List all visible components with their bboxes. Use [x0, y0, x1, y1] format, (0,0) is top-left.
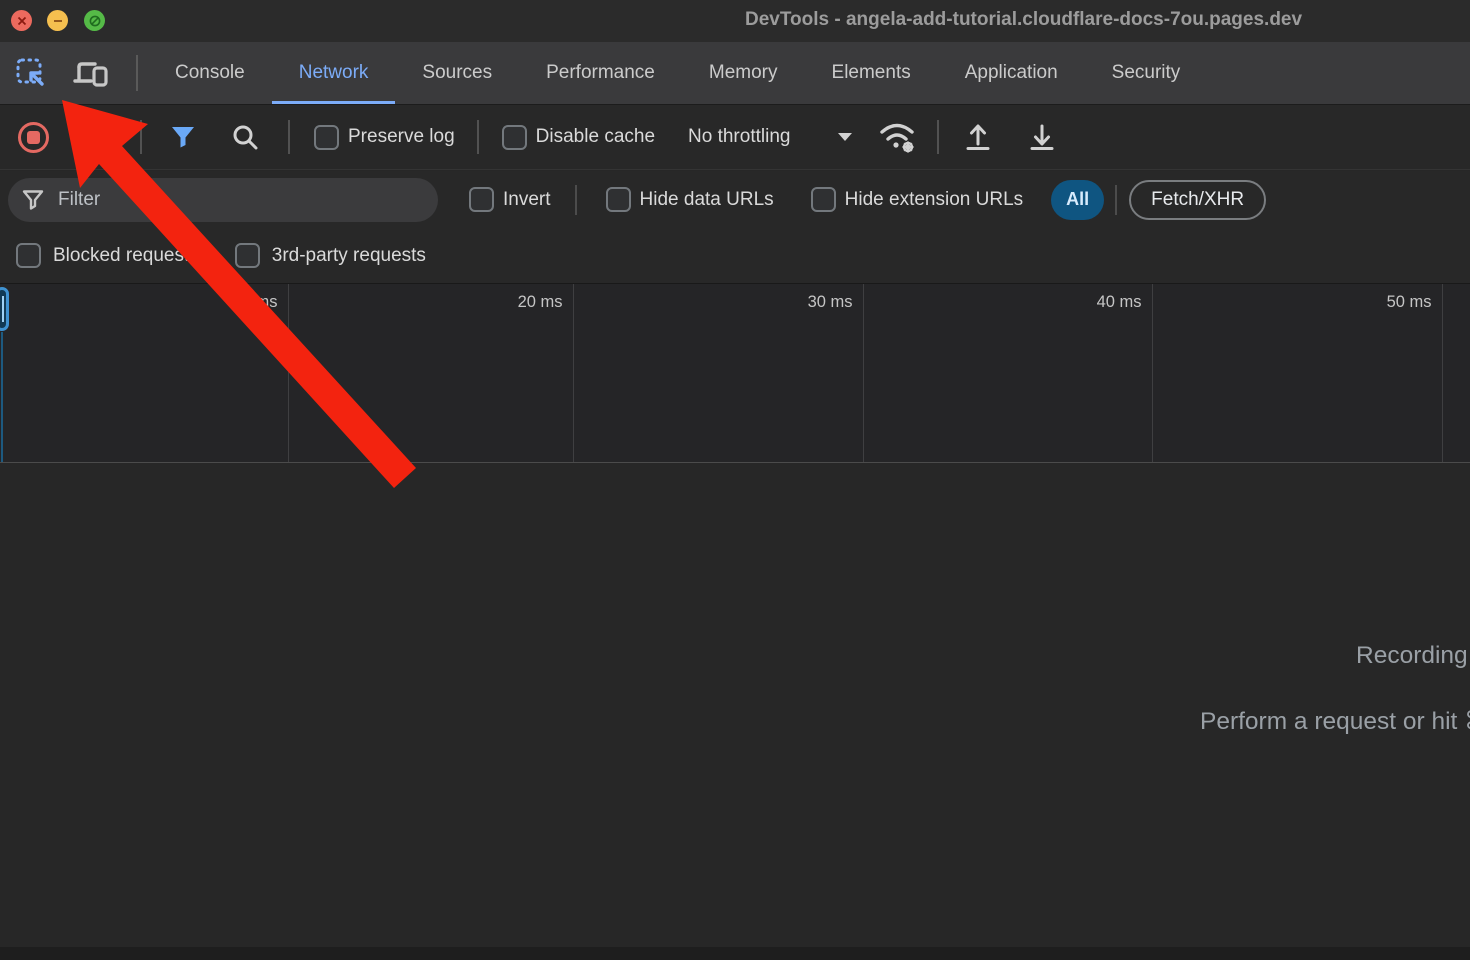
- device-toolbar-icon: [73, 57, 109, 89]
- inspect-element-button[interactable]: [8, 42, 54, 104]
- preserve-log-label[interactable]: Preserve log: [348, 126, 455, 148]
- upload-arrow-icon: [963, 122, 993, 152]
- timeline-tick: 40 ms: [864, 284, 1153, 462]
- tab-console[interactable]: Console: [148, 42, 272, 104]
- filter-divider: [575, 185, 577, 215]
- throttling-value: No throttling: [688, 126, 790, 148]
- toolbar-divider: [937, 120, 939, 154]
- overview-handle-guideline: [1, 332, 3, 462]
- tab-application[interactable]: Application: [938, 42, 1085, 104]
- tab-memory[interactable]: Memory: [682, 42, 805, 104]
- export-har-button[interactable]: [1019, 122, 1065, 152]
- request-type-chip-fetch-xhr[interactable]: Fetch/XHR: [1129, 180, 1266, 220]
- toggle-device-toolbar-button[interactable]: [68, 42, 114, 104]
- invert-checkbox[interactable]: [469, 187, 494, 212]
- filter-toggle-button[interactable]: [160, 125, 206, 149]
- chevron-down-icon: [837, 132, 853, 142]
- search-button[interactable]: [222, 123, 268, 151]
- traffic-light-close-button[interactable]: [11, 10, 32, 31]
- third-party-requests-label[interactable]: 3rd-party requests: [272, 245, 426, 267]
- window-titlebar: DevTools - angela-add-tutorial.cloudflar…: [0, 0, 1470, 42]
- hide-data-urls-checkbox[interactable]: [606, 187, 631, 212]
- third-party-requests-checkbox[interactable]: [235, 243, 260, 268]
- toolbar-divider: [288, 120, 290, 154]
- hide-data-urls-label[interactable]: Hide data URLs: [640, 189, 774, 211]
- tab-security[interactable]: Security: [1085, 42, 1208, 104]
- minimize-icon: [52, 15, 63, 26]
- timeline-tick: 10 ms: [0, 284, 289, 462]
- request-type-chip-all[interactable]: All: [1051, 180, 1104, 220]
- clear-network-log-button[interactable]: [83, 124, 110, 151]
- blocked-requests-label[interactable]: Blocked requests: [53, 245, 199, 267]
- throttling-select[interactable]: No throttling: [688, 126, 853, 148]
- invert-label[interactable]: Invert: [503, 189, 551, 211]
- disable-cache-checkbox[interactable]: [502, 125, 527, 150]
- empty-state-recording-text: Recording network activity…: [1356, 642, 1470, 670]
- zoom-slash-icon: [88, 14, 101, 27]
- preserve-log-checkbox[interactable]: [314, 125, 339, 150]
- record-stop-button[interactable]: [18, 122, 49, 153]
- window-bottom-edge: [0, 947, 1470, 960]
- funnel-filter-icon: [170, 125, 196, 149]
- window-title: DevTools - angela-add-tutorial.cloudflar…: [745, 9, 1302, 31]
- toolbar-divider: [477, 120, 479, 154]
- close-icon: [16, 15, 27, 26]
- wifi-gear-icon: [876, 120, 920, 154]
- network-filter-row: Invert Hide data URLs Hide extension URL…: [0, 171, 1470, 228]
- blocked-requests-checkbox[interactable]: [16, 243, 41, 268]
- traffic-light-zoom-button[interactable]: [84, 10, 105, 31]
- network-overview-timeline[interactable]: 10 ms 20 ms 30 ms 40 ms 50 ms: [0, 283, 1470, 463]
- stop-icon: [27, 131, 40, 144]
- network-toolbar: Preserve log Disable cache No throttling: [0, 105, 1470, 170]
- timeline-tick: 30 ms: [574, 284, 864, 462]
- search-icon: [231, 123, 259, 151]
- filter-input[interactable]: [58, 189, 398, 211]
- devtools-tabbar: Console Network Sources Performance Memo…: [0, 42, 1470, 105]
- tabbar-divider: [136, 55, 138, 91]
- tab-sources[interactable]: Sources: [395, 42, 519, 104]
- toolbar-divider: [140, 120, 142, 154]
- tab-network[interactable]: Network: [272, 42, 396, 104]
- empty-state-hint-text: Perform a request or hit ⌘ R to record t…: [1200, 706, 1470, 736]
- filter-divider: [1115, 185, 1117, 215]
- tab-elements[interactable]: Elements: [805, 42, 938, 104]
- inspect-cursor-icon: [14, 56, 48, 90]
- timeline-tick: 50 ms: [1153, 284, 1443, 462]
- timeline-tick: 20 ms: [289, 284, 574, 462]
- hide-extension-urls-checkbox[interactable]: [811, 187, 836, 212]
- import-har-button[interactable]: [955, 122, 1001, 152]
- disable-cache-label[interactable]: Disable cache: [536, 126, 655, 148]
- network-conditions-button[interactable]: [875, 120, 921, 154]
- hide-extension-urls-label[interactable]: Hide extension URLs: [845, 189, 1023, 211]
- tab-performance[interactable]: Performance: [519, 42, 682, 104]
- overview-window-handle[interactable]: [0, 287, 9, 331]
- download-arrow-icon: [1027, 122, 1057, 152]
- traffic-light-minimize-button[interactable]: [47, 10, 68, 31]
- filter-input-container[interactable]: [8, 178, 438, 222]
- funnel-outline-icon: [22, 189, 44, 211]
- network-filter-row-2: Blocked requests 3rd-party requests: [0, 228, 1470, 283]
